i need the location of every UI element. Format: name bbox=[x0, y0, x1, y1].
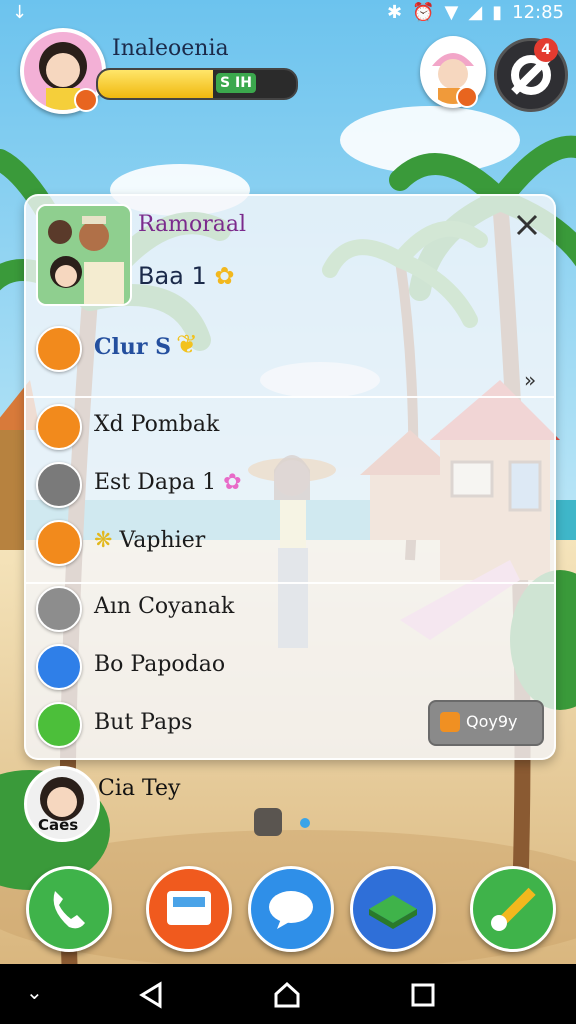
menu-item-text: Vaphier bbox=[119, 528, 206, 553]
panel-subtitle-text: Baa 1 bbox=[138, 262, 207, 290]
online-dot-icon bbox=[300, 818, 310, 828]
chevron-right-icon[interactable]: » bbox=[524, 368, 536, 392]
navigation-bar: ⌄ bbox=[0, 964, 576, 1024]
menu-item-label: Clur S bbox=[94, 334, 171, 360]
chat-button[interactable] bbox=[248, 866, 334, 952]
xp-bar: S IH bbox=[96, 68, 298, 100]
xp-bar-fill bbox=[98, 70, 213, 98]
coin-icon bbox=[36, 586, 82, 632]
action-button-label: Qoy9y bbox=[466, 712, 518, 731]
chevron-down-icon[interactable]: ⌄ bbox=[26, 980, 43, 1004]
x-badge-icon bbox=[36, 404, 82, 450]
menu-item-label: Bo Papodao bbox=[94, 652, 226, 677]
menu-item-label: Est Dapa 1 ✿ bbox=[94, 470, 242, 495]
wifi-icon: ▼ bbox=[444, 2, 459, 23]
phone-button[interactable] bbox=[26, 866, 112, 952]
chat-bubble-icon bbox=[269, 891, 313, 929]
close-button[interactable] bbox=[512, 210, 542, 240]
menu-item-2[interactable]: Est Dapa 1 ✿ bbox=[26, 456, 554, 512]
bluetooth-icon: ✱ bbox=[387, 2, 403, 23]
map-icon bbox=[369, 895, 417, 929]
panel-subtitle: Baa 1 ✿ bbox=[138, 262, 235, 290]
friend-badge-icon bbox=[456, 86, 478, 108]
tv-icon bbox=[167, 891, 211, 925]
menu-item-text: Est Dapa 1 bbox=[94, 470, 217, 495]
panel-title: Ramoraal bbox=[138, 212, 247, 237]
recents-icon[interactable] bbox=[408, 980, 438, 1010]
gift-icon bbox=[440, 712, 460, 732]
menu-item-0[interactable]: Clur S ❦ bbox=[26, 320, 554, 376]
card-icon bbox=[36, 702, 82, 748]
settings-notification-badge: 4 bbox=[534, 38, 558, 62]
paint-button[interactable] bbox=[470, 866, 556, 952]
clock: 12:85 bbox=[512, 2, 564, 23]
menu-item-1[interactable]: Xd Pombak bbox=[26, 398, 554, 454]
menu-item-5[interactable]: Bo Papodao bbox=[26, 638, 554, 694]
home-icon[interactable] bbox=[272, 980, 302, 1010]
sparkle-icon: ❋ bbox=[94, 528, 113, 553]
status-bar: ↓ ✱ ⏰ ▼ ◢ ▮ 12:85 bbox=[0, 0, 576, 28]
menu-item-label: Xd Pombak bbox=[94, 412, 220, 437]
back-icon[interactable] bbox=[136, 980, 166, 1010]
tv-button[interactable] bbox=[146, 866, 232, 952]
player-badge-icon bbox=[74, 88, 98, 112]
menu-item-4[interactable]: Aın Coyanak bbox=[26, 580, 554, 636]
menu-item-label: But Paps bbox=[94, 710, 193, 735]
download-arrow-icon: ↓ bbox=[12, 2, 28, 23]
menu-panel: Ramoraal Baa 1 ✿ Clur S ❦ » Xd Pombak Es… bbox=[24, 194, 556, 760]
level-badge: S IH bbox=[216, 73, 256, 93]
map-button[interactable] bbox=[350, 866, 436, 952]
battery-icon: ▮ bbox=[492, 2, 503, 23]
phone-icon bbox=[53, 891, 85, 929]
blossom-icon: ✿ bbox=[223, 470, 242, 495]
group-photo bbox=[36, 204, 132, 306]
leaf-icon: ❦ bbox=[176, 330, 198, 360]
bird-icon bbox=[36, 520, 82, 566]
brush-icon bbox=[36, 462, 82, 508]
signal-icon: ◢ bbox=[468, 2, 483, 23]
alarm-icon: ⏰ bbox=[412, 2, 435, 23]
group-photo-image bbox=[38, 206, 130, 304]
menu-item-label: ❋ Vaphier bbox=[94, 528, 205, 553]
bottle-icon bbox=[36, 644, 82, 690]
menu-item-label: Aın Coyanak bbox=[94, 594, 235, 619]
action-button[interactable]: Qoy9y bbox=[428, 700, 544, 746]
paintbrush-icon bbox=[491, 887, 536, 931]
friend-name: Cia Tey bbox=[98, 776, 181, 801]
pencil-icon bbox=[36, 326, 82, 372]
player-name: Inaleoenia bbox=[112, 36, 229, 61]
close-icon bbox=[516, 214, 538, 236]
flower-icon: ✿ bbox=[214, 262, 235, 290]
pet-icon[interactable] bbox=[254, 808, 282, 836]
game-screen: ↓ ✱ ⏰ ▼ ◢ ▮ 12:85 Inaleoenia S IH 4 Ramo… bbox=[0, 0, 576, 1024]
friend-tag: Caes bbox=[38, 816, 79, 834]
menu-item-3[interactable]: ❋ Vaphier bbox=[26, 514, 554, 570]
